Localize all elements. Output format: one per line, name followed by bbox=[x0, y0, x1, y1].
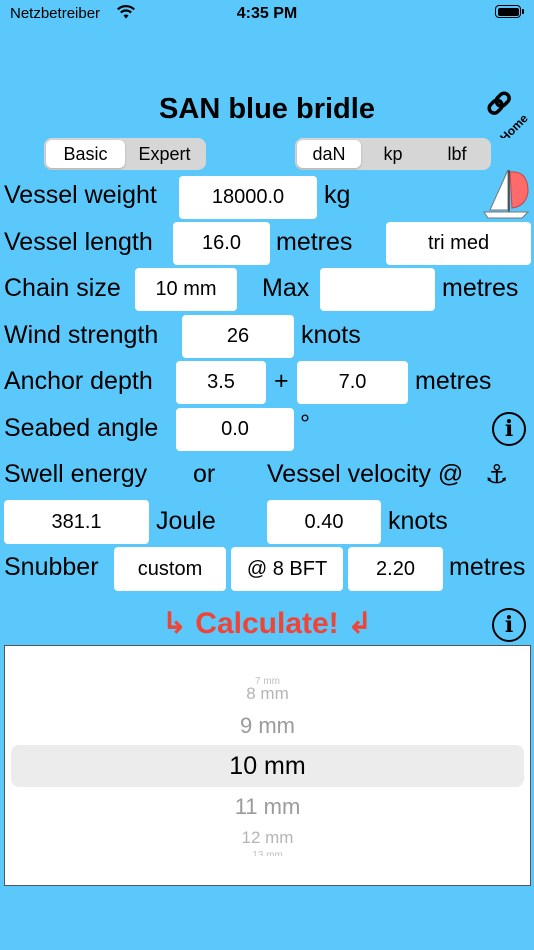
swell-energy-input[interactable]: 381.1 bbox=[4, 500, 149, 544]
swell-energy-label: Swell energy bbox=[4, 460, 148, 488]
picker-item[interactable]: 7 mm bbox=[5, 676, 530, 684]
snubber-label: Snubber bbox=[4, 553, 99, 581]
anchor-icon: ⚓ bbox=[485, 459, 509, 489]
anchor-depth-unit: metres bbox=[415, 367, 492, 395]
arrow-down-left-icon: ↲ bbox=[347, 607, 373, 640]
picker-item[interactable]: 9 mm bbox=[5, 713, 530, 739]
anchor-extra-depth-input[interactable]: 7.0 bbox=[297, 361, 408, 404]
plus-sign: + bbox=[274, 367, 289, 395]
sailboat-icon[interactable] bbox=[476, 166, 534, 222]
chain-max-label: Max bbox=[262, 274, 310, 302]
chain-max-input[interactable] bbox=[320, 268, 435, 311]
chain-size-label: Chain size bbox=[4, 274, 121, 302]
link-icon[interactable]: Home bbox=[484, 88, 534, 138]
swell-energy-unit: Joule bbox=[156, 507, 216, 535]
picker-item[interactable]: 8 mm bbox=[5, 684, 530, 704]
snubber-unit: metres bbox=[449, 553, 526, 581]
tab-dan[interactable]: daN bbox=[297, 140, 361, 168]
anchor-depth-label: Anchor depth bbox=[4, 367, 153, 395]
wind-strength-input[interactable]: 26 bbox=[182, 315, 294, 358]
tab-kp[interactable]: kp bbox=[361, 140, 425, 168]
seabed-angle-label: Seabed angle bbox=[4, 414, 159, 442]
clock: 4:35 PM bbox=[236, 5, 298, 22]
snubber-type-selector[interactable]: custom bbox=[114, 547, 226, 591]
arrow-down-right-icon: ↳ bbox=[161, 607, 187, 640]
info-icon[interactable]: i bbox=[492, 608, 526, 642]
vessel-length-label: Vessel length bbox=[4, 228, 153, 256]
unit-segmented-control: daN kp lbf bbox=[295, 138, 491, 170]
wind-strength-unit: knots bbox=[301, 321, 361, 349]
tab-lbf[interactable]: lbf bbox=[425, 140, 489, 168]
tab-expert[interactable]: Expert bbox=[125, 140, 204, 168]
battery-icon bbox=[495, 5, 524, 18]
vessel-velocity-input[interactable]: 0.40 bbox=[267, 500, 381, 544]
vessel-length-input[interactable]: 16.0 bbox=[173, 222, 270, 265]
info-icon[interactable]: i bbox=[492, 412, 526, 446]
vessel-velocity-label: Vessel velocity @ bbox=[267, 460, 464, 488]
picker-item-selected[interactable]: 10 mm bbox=[5, 752, 530, 781]
mode-segmented-control: Basic Expert bbox=[44, 138, 206, 170]
anchor-depth-input[interactable]: 3.5 bbox=[176, 361, 266, 404]
vessel-velocity-unit: knots bbox=[388, 507, 448, 535]
vessel-length-unit: metres bbox=[276, 228, 353, 256]
vessel-weight-input[interactable]: 18000.0 bbox=[179, 176, 317, 219]
hull-type-selector[interactable]: tri med bbox=[386, 222, 531, 265]
tab-basic[interactable]: Basic bbox=[46, 140, 125, 168]
wind-strength-label: Wind strength bbox=[4, 321, 159, 349]
page-title: SAN blue bridle bbox=[159, 93, 375, 125]
calculate-button[interactable]: ↳ Calculate! ↲ bbox=[0, 606, 534, 641]
calculate-label: Calculate! bbox=[195, 607, 339, 640]
or-label: or bbox=[193, 460, 216, 488]
chain-max-unit: metres bbox=[442, 274, 519, 302]
vessel-weight-label: Vessel weight bbox=[4, 181, 157, 209]
vessel-weight-unit: kg bbox=[324, 181, 351, 209]
picker-item[interactable]: 13 mm bbox=[5, 850, 530, 856]
chain-size-picker[interactable]: 7 mm 8 mm 9 mm 10 mm 11 mm 12 mm 13 mm bbox=[4, 645, 531, 886]
home-label: Home bbox=[497, 111, 531, 138]
degree-unit: ° bbox=[300, 410, 310, 438]
picker-item[interactable]: 11 mm bbox=[5, 794, 530, 820]
seabed-angle-input[interactable]: 0.0 bbox=[176, 408, 294, 451]
chain-size-input[interactable]: 10 mm bbox=[135, 268, 237, 311]
snubber-length-input[interactable]: 2.20 bbox=[348, 547, 443, 591]
snubber-bft-selector[interactable]: @ 8 BFT bbox=[231, 547, 343, 591]
picker-item[interactable]: 12 mm bbox=[5, 828, 530, 848]
status-bar: Netzbetreiber 4:35 PM bbox=[0, 0, 534, 30]
